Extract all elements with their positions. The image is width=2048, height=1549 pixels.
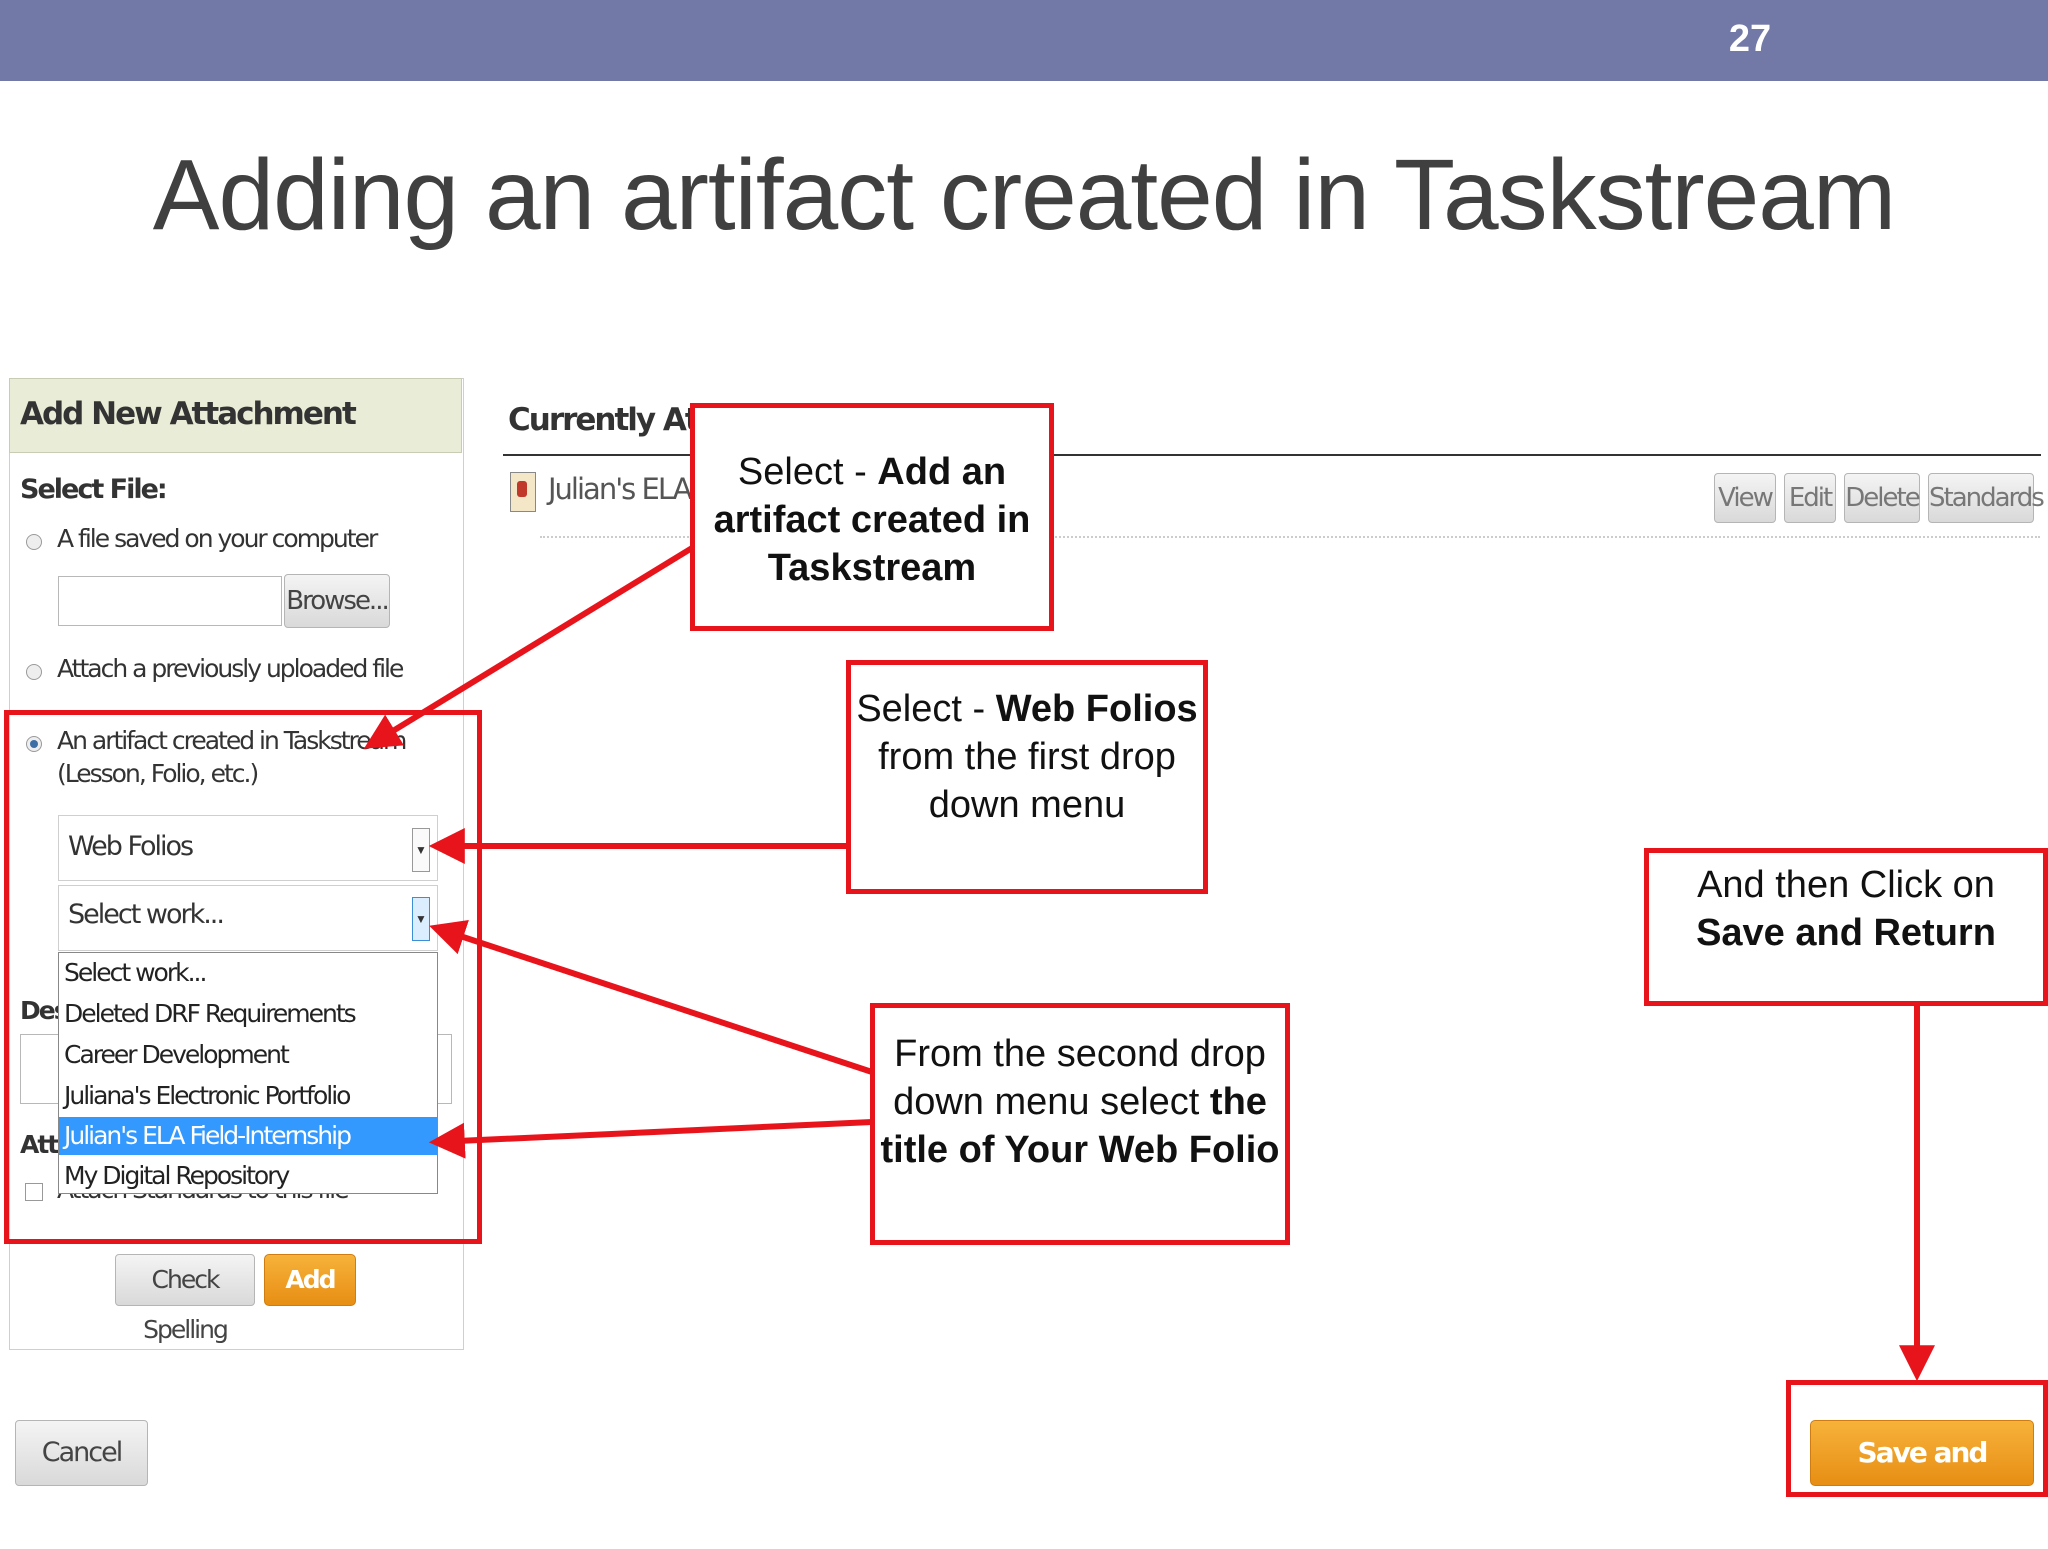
callout-text: And then Click on bbox=[1697, 864, 1995, 906]
arrow-to-artifact-option bbox=[363, 545, 694, 749]
callout-bold-text: Web Folios bbox=[995, 688, 1198, 730]
callout-text: Select - bbox=[737, 451, 878, 493]
callout-select-artifact: Select - Add an artifact created in Task… bbox=[690, 403, 1054, 631]
callout-text: from the first drop down menu bbox=[878, 736, 1176, 826]
callout-bold-text: Save and Return bbox=[1696, 912, 1996, 954]
callout-second-dropdown: From the second drop down menu select th… bbox=[870, 1003, 1290, 1245]
arrow-to-second-dropdown bbox=[429, 919, 873, 1075]
callout-web-folios: Select - Web Folios from the first drop … bbox=[846, 660, 1208, 894]
callout-save-return: And then Click on Save and Return bbox=[1644, 848, 2048, 1006]
callout-text: Select - bbox=[856, 688, 996, 730]
arrow-to-selected-folio bbox=[428, 1119, 873, 1159]
